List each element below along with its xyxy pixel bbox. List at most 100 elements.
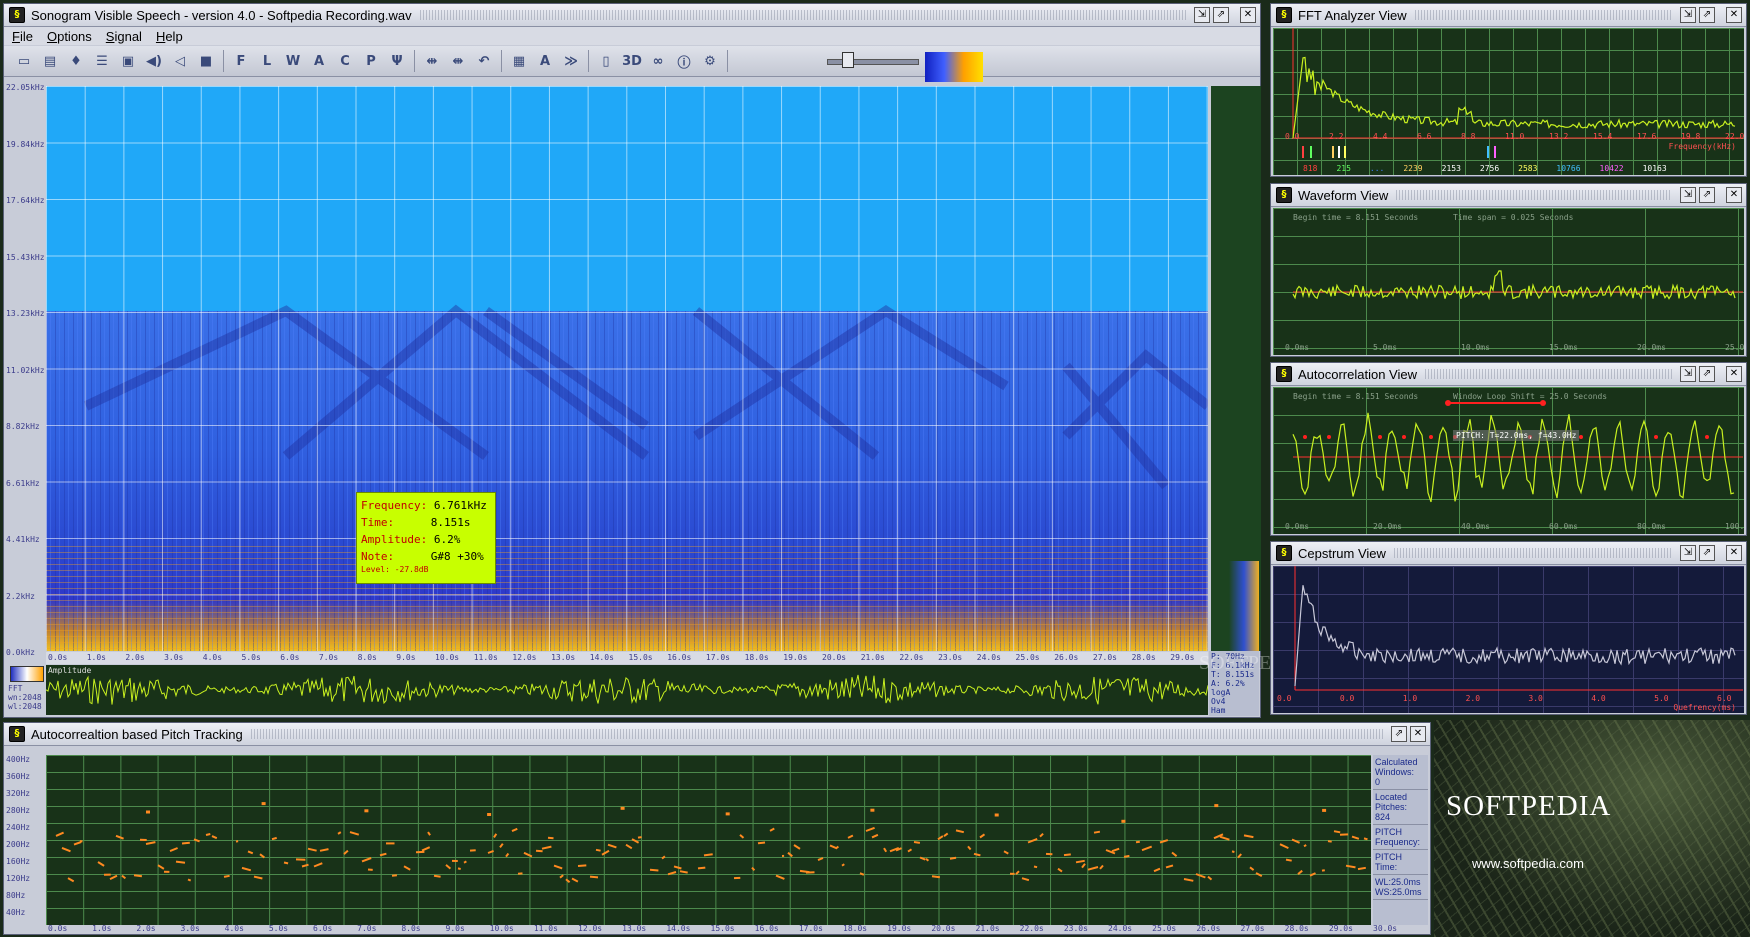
menu-file[interactable]: File [12,29,33,44]
fft-maximize-icon[interactable]: ⇗ [1699,7,1715,23]
main-titlebar[interactable]: § Sonogram Visible Speech - version 4.0 … [4,4,1260,27]
autocorr-minimize-icon[interactable]: ⇲ [1680,366,1696,382]
pitch-plot[interactable] [46,755,1371,925]
menu-signal[interactable]: Signal [106,29,142,44]
autocorr-maximize-icon[interactable]: ⇗ [1699,366,1715,382]
pitch-point [109,874,118,880]
info-icon[interactable]: ⓘ [672,49,696,73]
cepstrum-plot[interactable]: 0.0 0.0 1.0 2.0 3.0 4.0 5.0 6.0 Quefrency(ms) [1273,566,1744,713]
maximize-icon[interactable]: ⇗ [1213,7,1229,23]
pitch-maximize-icon[interactable]: ⇗ [1391,726,1407,742]
autocorr-plot[interactable]: Begin time = 8.151 Seconds Window Loop S… [1273,387,1744,534]
menu-options[interactable]: Options [47,29,92,44]
waveform-plot[interactable]: Begin time = 8.151 Seconds Time span = 0… [1273,208,1744,355]
x-tick-label: 2.0s [125,653,145,662]
cepstrum-maximize-icon[interactable]: ⇗ [1699,545,1715,561]
book-icon[interactable]: ▯ [594,49,618,73]
forward-icon[interactable]: ≫ [559,49,583,73]
y-tick-label: 15.43kHz [6,252,45,262]
pitch-point [949,856,957,860]
c-icon[interactable]: C [333,49,357,73]
mini-waveform-line [46,674,1208,705]
pitch-x-tick-label: 20.0s [931,924,956,933]
pitch-point [937,835,944,841]
pitch-point [943,832,949,837]
pitch-info-item: PITCH Frequency: [1373,825,1428,850]
undo-icon[interactable]: ↶ [472,49,496,73]
waveform-minimize-icon[interactable]: ⇲ [1680,187,1696,203]
waveform-close-icon[interactable]: ✕ [1726,187,1742,203]
pitch-point [349,831,360,836]
cepstrum-close-icon[interactable]: ✕ [1726,545,1742,561]
w-icon[interactable]: W [281,49,305,73]
waveform-titlebar[interactable]: § Waveform View ⇲ ⇗ ✕ [1271,184,1746,207]
fft-titlebar[interactable]: § FFT Analyzer View ⇲ ⇗ ✕ [1271,4,1746,27]
stop-icon[interactable]: ■ [194,49,218,73]
zoom-out-icon[interactable]: ⇼ [446,49,470,73]
filter-icon[interactable]: ▤ [38,49,62,73]
close-file-icon[interactable]: ▣ [116,49,140,73]
pitch-point [1087,866,1099,871]
softpedia-url[interactable]: www.softpedia.com [1472,856,1584,871]
softpedia-logo: SOFTPEDIA [1446,790,1612,822]
zoom-in-icon[interactable]: ⇹ [420,49,444,73]
pitch-point [1093,830,1101,834]
colormap-legend[interactable] [10,666,44,682]
pitch-point [1327,840,1332,843]
annotate-icon[interactable]: A [533,49,557,73]
pitch-point [169,847,178,853]
rewind-icon[interactable]: ◁ [168,49,192,73]
settings-icon[interactable]: ⚙ [698,49,722,73]
speaker-icon[interactable]: ◀) [142,49,166,73]
sonogram-plot[interactable] [46,86,1208,651]
list-icon[interactable]: ☰ [90,49,114,73]
tick-label: 6.0 [1717,694,1732,703]
pitch-point [283,861,289,865]
pitch-point [1135,840,1140,844]
pitch-x-tick-label: 24.0s [1108,924,1133,933]
3d-icon[interactable]: 3D [620,49,644,73]
fft-plot[interactable]: 0.0 2.2 4.4 6.6 8.8 11.0 13.2 15.4 17.6 19.8 22.0 … [1273,28,1744,175]
main-window: § Sonogram Visible Speech - version 4.0 … [3,3,1307,718]
pitch-point [649,868,659,872]
pitch-point [1081,863,1086,869]
close-icon[interactable]: ✕ [1240,7,1256,23]
pitch-point [1279,843,1289,850]
autocorr-titlebar[interactable]: § Autocorrelation View ⇲ ⇗ ✕ [1271,363,1746,386]
binoculars-icon[interactable]: ∞ [646,49,670,73]
pitch-point [157,864,165,870]
pitch-point [343,849,349,855]
f-icon[interactable]: F [229,49,253,73]
pitch-close-icon[interactable]: ✕ [1410,726,1426,742]
cepstrum-titlebar[interactable]: § Cepstrum View ⇲ ⇗ ✕ [1271,542,1746,565]
x-tick-label: 1.0s [86,653,106,662]
pitch-titlebar[interactable]: § Autocorrealtion based Pitch Tracking ⇗… [4,723,1430,746]
zoom-slider-thumb[interactable] [842,52,854,68]
minimize-icon[interactable]: ⇲ [1194,7,1210,23]
y-tick-label: 19.84kHz [6,139,45,149]
pitch-x-tick-label: 18.0s [843,924,868,933]
autocorr-close-icon[interactable]: ✕ [1726,366,1742,382]
toolbar-separator [414,50,415,72]
fft-minimize-icon[interactable]: ⇲ [1680,7,1696,23]
zoom-slider[interactable] [827,59,919,65]
pitch-point [775,874,785,880]
psi-icon[interactable]: Ψ [385,49,409,73]
waveform-maximize-icon[interactable]: ⇗ [1699,187,1715,203]
tick-label: 25.0ms [1725,343,1744,352]
grid-icon[interactable]: ▦ [507,49,531,73]
p-icon[interactable]: P [359,49,383,73]
cepstrum-minimize-icon[interactable]: ⇲ [1680,545,1696,561]
menu-help[interactable]: Help [156,29,183,44]
tick-label: 5.0ms [1373,343,1398,352]
l-icon[interactable]: L [255,49,279,73]
a-icon[interactable]: A [307,49,331,73]
microphone-icon[interactable]: ♦ [64,49,88,73]
colormap-swatch[interactable] [925,52,983,82]
fft-close-icon[interactable]: ✕ [1726,7,1742,23]
pitch-point [541,845,552,850]
pitch-point [817,857,824,862]
open-icon[interactable]: ▭ [12,49,36,73]
sonogram-time-axis: 0.0s 1.0s 2.0s 3.0s 4.0s 5.0s 6.0s 7.0s 8.0s 9.0s… [46,652,1233,664]
bottom-waveform[interactable]: Amplitude [46,665,1208,715]
